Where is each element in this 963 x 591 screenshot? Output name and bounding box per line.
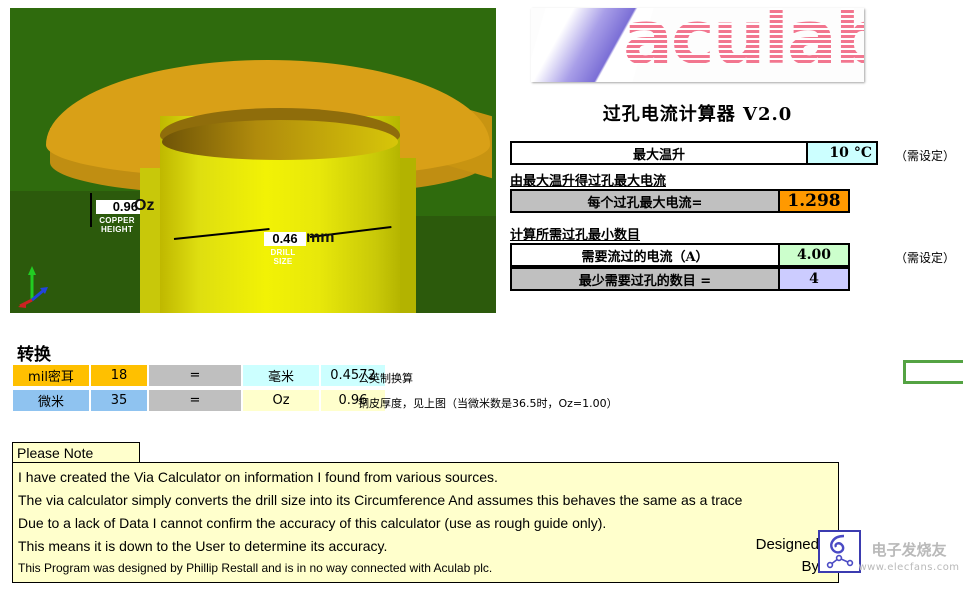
site-watermark: 电子发烧友 www.elecfans.com — [855, 542, 963, 576]
required-current-row: 需要流过的电流（A） 4.00 — [510, 243, 850, 267]
note-line: This means it is down to the User to det… — [18, 538, 388, 554]
drill-size-unit: mm — [306, 229, 335, 246]
note-line: The via calculator simply converts the d… — [18, 492, 743, 508]
note-footer: This Program was designed by Phillip Res… — [18, 561, 493, 575]
max-temp-rise-note: （需设定） — [895, 149, 956, 163]
via-barrel-inner-wall — [162, 120, 398, 160]
conversion-note-mil: 公英制换算 — [358, 372, 413, 385]
note-line: I have created the Via Calculator on inf… — [18, 469, 498, 485]
conv-from-value-mil[interactable]: 18 — [90, 364, 148, 387]
conversion-section-title: 转换 — [17, 345, 51, 365]
max-temp-rise-row: 最大温升 10 °C — [510, 141, 878, 165]
min-via-count-value: 4 — [778, 269, 848, 289]
via-3d-render-image: 0.96 Oz COPPER HEIGHT 0.46 mm DRILL SIZE — [10, 8, 496, 313]
max-temp-rise-value: 10 — [829, 145, 849, 161]
drill-size-value: 0.46 — [264, 232, 306, 246]
drill-size-caption: DRILL SIZE — [270, 248, 296, 266]
aculab-logo: aculab — [531, 8, 864, 82]
copper-height-unit: Oz — [134, 197, 155, 214]
required-current-input[interactable]: 4.00 — [778, 245, 848, 265]
conv-to-unit-mm: 毫米 — [242, 364, 320, 387]
conv-equals-mil: = — [148, 364, 242, 387]
conv-equals-um: = — [148, 389, 242, 412]
conversion-row-mil-mm: mil密耳 18 = 毫米 0.4572 — [12, 364, 386, 387]
max-temp-rise-label: 最大温升 — [512, 143, 806, 163]
section-heading-max-current: 由最大温升得过孔最大电流 — [510, 174, 667, 189]
required-current-note: （需设定） — [895, 251, 956, 265]
section-heading-min-vias: 计算所需过孔最小数目 — [510, 228, 641, 243]
note-tab-label: Please Note — [12, 442, 140, 463]
note-line: Due to a lack of Data I cannot confirm t… — [18, 515, 607, 531]
max-current-per-via-row: 每个过孔最大电流= 1.298 — [510, 189, 850, 213]
copper-height-caption: COPPER HEIGHT — [99, 216, 135, 234]
conv-from-unit-mil: mil密耳 — [12, 364, 90, 387]
max-temp-rise-input[interactable]: 10 °C — [806, 143, 876, 163]
conversion-note-um: 铜皮厚度，见上图（当微米数是36.5时，Oz=1.00） — [358, 397, 618, 410]
min-via-count-label: 最少需要过孔的数目 = — [512, 269, 778, 289]
max-temp-rise-unit: °C — [853, 145, 872, 161]
designed-by-line-1: Designed — [755, 536, 819, 553]
empty-highlighted-cell[interactable] — [903, 360, 963, 384]
note-panel: I have created the Via Calculator on inf… — [12, 462, 839, 583]
page-title: 过孔电流计算器 V2.0 — [602, 104, 793, 125]
min-via-count-row: 最少需要过孔的数目 = 4 — [510, 267, 850, 291]
designed-by-line-2: By — [801, 558, 819, 575]
axis-gizmo-icon — [18, 266, 48, 308]
max-current-per-via-value: 1.298 — [778, 191, 848, 211]
conv-to-unit-oz: Oz — [242, 389, 320, 412]
watermark-text: 电子发烧友 — [871, 541, 947, 559]
conv-from-value-um[interactable]: 35 — [90, 389, 148, 412]
required-current-label: 需要流过的电流（A） — [512, 245, 778, 265]
conversion-row-um-oz: 微米 35 = Oz 0.96 — [12, 389, 386, 412]
watermark-url: www.elecfans.com — [858, 562, 960, 573]
logo-wordmark: aculab — [623, 8, 864, 81]
conv-from-unit-um: 微米 — [12, 389, 90, 412]
designed-by-label: Designed By — [741, 534, 819, 578]
max-current-per-via-label: 每个过孔最大电流= — [512, 191, 778, 211]
